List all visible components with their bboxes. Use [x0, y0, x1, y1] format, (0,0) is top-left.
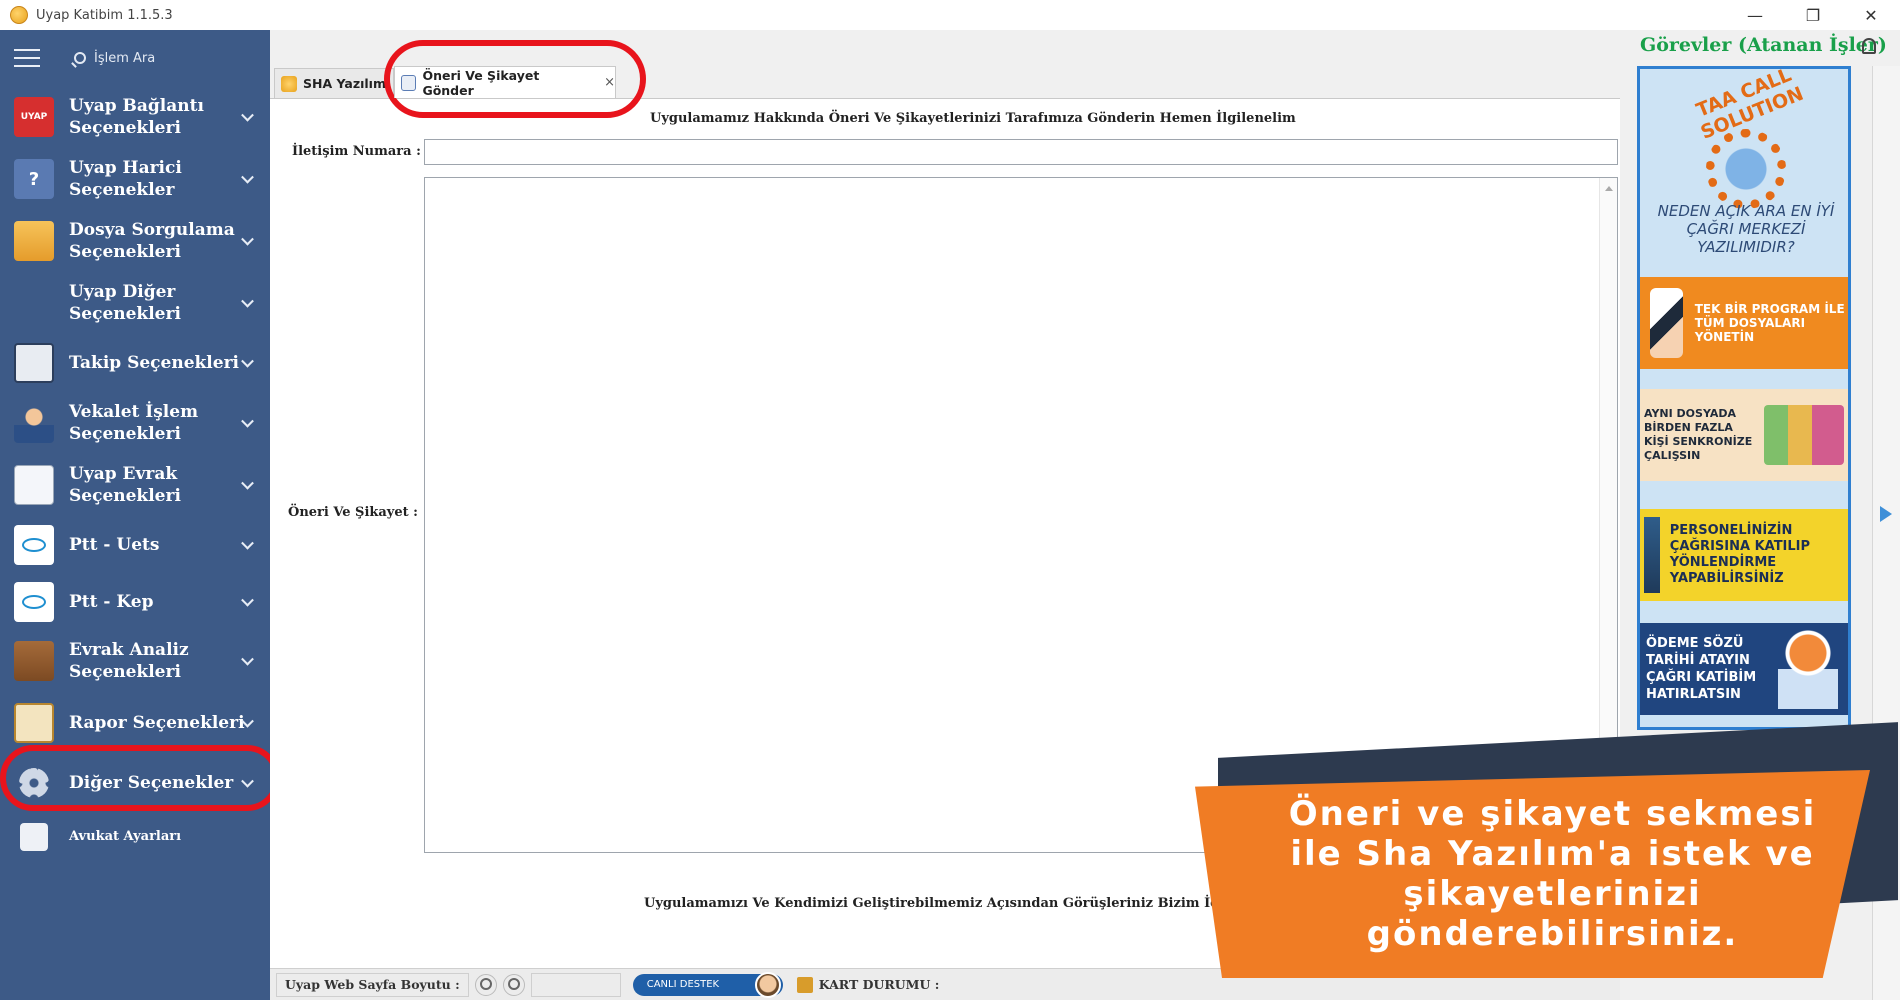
form-heading: Uygulamamız Hakkında Öneri Ve Şikayetler… [650, 111, 1296, 126]
sidebar-item-label: Ptt - Kep [69, 592, 154, 612]
tracking-icon [14, 343, 54, 383]
document-icon [14, 465, 54, 505]
hamburger-menu-icon[interactable] [14, 49, 40, 67]
sidebar-item-vekalet[interactable]: Vekalet İşlem Seçenekleri [0, 392, 270, 454]
search-placeholder: İşlem Ara [94, 50, 156, 66]
sidebar-item-uyap-diger[interactable]: Uyap Diğer Seçenekleri [0, 272, 270, 334]
search-icon [74, 52, 86, 64]
live-support-label: CANLI DESTEK [646, 979, 720, 990]
grid-icon [14, 283, 54, 323]
sha-logo-icon [281, 75, 297, 92]
web-size-label: Uyap Web Sayfa Boyutu : [285, 977, 460, 992]
app-logo-icon [10, 6, 28, 24]
ad-block-text: AYNI DOSYADA BİRDEN FAZLA KİŞİ SENKRONİZ… [1644, 407, 1753, 462]
sidebar-item-ptt-kep[interactable]: Ptt - Kep [0, 574, 270, 630]
sidebar-item-label: Vekalet İşlem Seçenekleri [69, 402, 199, 444]
form-footer-text: Uygulamamızı Ve Kendimizi Geliştirebilme… [644, 896, 1258, 911]
title-bar: Uyap Katibim 1.1.5.3 — ❐ ✕ [0, 0, 1900, 30]
ad-block-text: ÖDEME SÖZÜ TARİHİ ATAYIN ÇAĞRI KATİBİM H… [1646, 636, 1757, 702]
form-icon [401, 74, 417, 91]
web-size-box: Uyap Web Sayfa Boyutu : [276, 972, 469, 997]
help-icon: ? [14, 159, 54, 199]
bell-icon[interactable] [1862, 38, 1876, 54]
ptt-icon [14, 525, 54, 565]
agent-icon [14, 403, 54, 443]
sidebar-search[interactable]: İşlem Ara [74, 51, 155, 66]
sidebar-header: İşlem Ara [0, 30, 270, 86]
card-status-label: KART DURUMU : [818, 977, 940, 992]
phone-input[interactable] [424, 139, 1618, 165]
sidebar-item-label: Uyap Bağlantı Seçenekleri [69, 96, 204, 138]
sidebar-item-uyap-baglanti[interactable]: UYAP Uyap Bağlantı Seçenekleri [0, 86, 270, 148]
sidebar-item-uyap-harici[interactable]: ? Uyap Harici Seçenekler [0, 148, 270, 210]
sidebar-item-avukat-ayarlari[interactable]: Avukat Ayarları [0, 812, 270, 862]
window-title: Uyap Katibim 1.1.5.3 [36, 7, 173, 23]
sidebar-item-label: Rapor Seçenekleri [69, 713, 245, 733]
maximize-button[interactable]: ❐ [1784, 0, 1842, 30]
ad-block-2: AYNI DOSYADA BİRDEN FAZLA KİŞİ SENKRONİZ… [1640, 389, 1848, 481]
complaint-label: Öneri Ve Şikayet : [288, 505, 418, 520]
ptt-icon [14, 582, 54, 622]
expand-arrow-icon[interactable] [1880, 506, 1892, 522]
highlight-ring-sidebar [0, 745, 280, 811]
close-button[interactable]: ✕ [1842, 0, 1900, 30]
sidebar-item-evrak-analiz[interactable]: Evrak Analiz Seçenekleri [0, 630, 270, 692]
phone-label: İletişim Numara : [292, 144, 421, 159]
tab-oneri-sikayet[interactable]: Öneri Ve Şikayet Gönder × [394, 66, 616, 98]
ad-illustration [1778, 629, 1838, 709]
ad-banner[interactable]: TAA CALL SOLUTION NEDEN AÇIK ARA EN İYİ … [1637, 66, 1851, 730]
card-icon [796, 976, 813, 993]
ad-block-text: TEK BİR PROGRAM İLE TÜM DOSYALARI YÖNETİ… [1694, 302, 1845, 344]
sidebar-item-label: Avukat Ayarları [69, 829, 182, 844]
sidebar-item-ptt-uets[interactable]: Ptt - Uets [0, 516, 270, 574]
live-support-button[interactable]: CANLI DESTEK [632, 971, 783, 998]
folder-icon [14, 221, 54, 261]
clipboard-icon [14, 703, 54, 743]
sidebar-item-label: Ptt - Uets [69, 535, 160, 555]
sidebar-item-label: Uyap Diğer Seçenekleri [69, 282, 181, 324]
window-controls: — ❐ ✕ [1726, 0, 1900, 30]
call-center-logo-icon [1706, 129, 1786, 209]
sidebar-item-uyap-evrak[interactable]: Uyap Evrak Seçenekleri [0, 454, 270, 516]
sidebar-item-takip[interactable]: Takip Seçenekleri [0, 334, 270, 392]
sidebar-item-label: Uyap Harici Seçenekler [69, 158, 182, 200]
sidebar-item-label: Uyap Evrak Seçenekleri [69, 464, 181, 506]
callout-text: Öneri ve şikayet sekmesi ile Sha Yazılım… [1288, 794, 1817, 954]
card-status: KART DURUMU : [796, 976, 940, 993]
zoom-in-icon[interactable] [502, 973, 525, 996]
zoom-out-icon[interactable] [474, 973, 497, 996]
ad-illustration [1764, 405, 1844, 465]
ad-block-4: ÖDEME SÖZÜ TARİHİ ATAYIN ÇAĞRI KATİBİM H… [1640, 623, 1848, 715]
sidebar: İşlem Ara UYAP Uyap Bağlantı Seçenekleri… [0, 30, 270, 1000]
sidebar-item-label: Evrak Analiz Seçenekleri [69, 640, 189, 682]
lawyer-icon [20, 823, 48, 851]
sidebar-item-label: Takip Seçenekleri [69, 353, 239, 373]
tab-label: SHA Yazılım [303, 76, 386, 91]
sidebar-item-dosya-sorgulama[interactable]: Dosya Sorgulama Seçenekleri [0, 210, 270, 272]
tab-sha-yazilim[interactable]: SHA Yazılım [274, 68, 394, 98]
ad-question: NEDEN AÇIK ARA EN İYİ ÇAĞRI MERKEZİ YAZI… [1657, 202, 1835, 256]
support-agent-avatar [754, 971, 781, 998]
close-tab-icon[interactable]: × [604, 75, 615, 90]
callout-banner: Öneri ve şikayet sekmesi ile Sha Yazılım… [1195, 770, 1870, 978]
ad-block-3: PERSONELİNİZİN ÇAĞRISINA KATILIP YÖNLEND… [1640, 509, 1848, 601]
tab-label: Öneri Ve Şikayet Gönder [422, 67, 540, 98]
sidebar-item-label: Dosya Sorgulama Seçenekleri [69, 220, 235, 262]
ad-block-1: TEK BİR PROGRAM İLE TÜM DOSYALARI YÖNETİ… [1640, 277, 1848, 369]
ad-illustration [1650, 288, 1683, 358]
ad-illustration [1644, 517, 1660, 593]
ad-block-text: PERSONELİNİZİN ÇAĞRISINA KATILIP YÖNLEND… [1669, 523, 1811, 586]
minimize-button[interactable]: — [1726, 0, 1784, 30]
uyap-icon: UYAP [14, 97, 54, 137]
tasks-title[interactable]: Görevler (Atanan İşler) [1640, 34, 1887, 56]
briefcase-icon [14, 641, 54, 681]
zoom-value-box [530, 972, 621, 997]
